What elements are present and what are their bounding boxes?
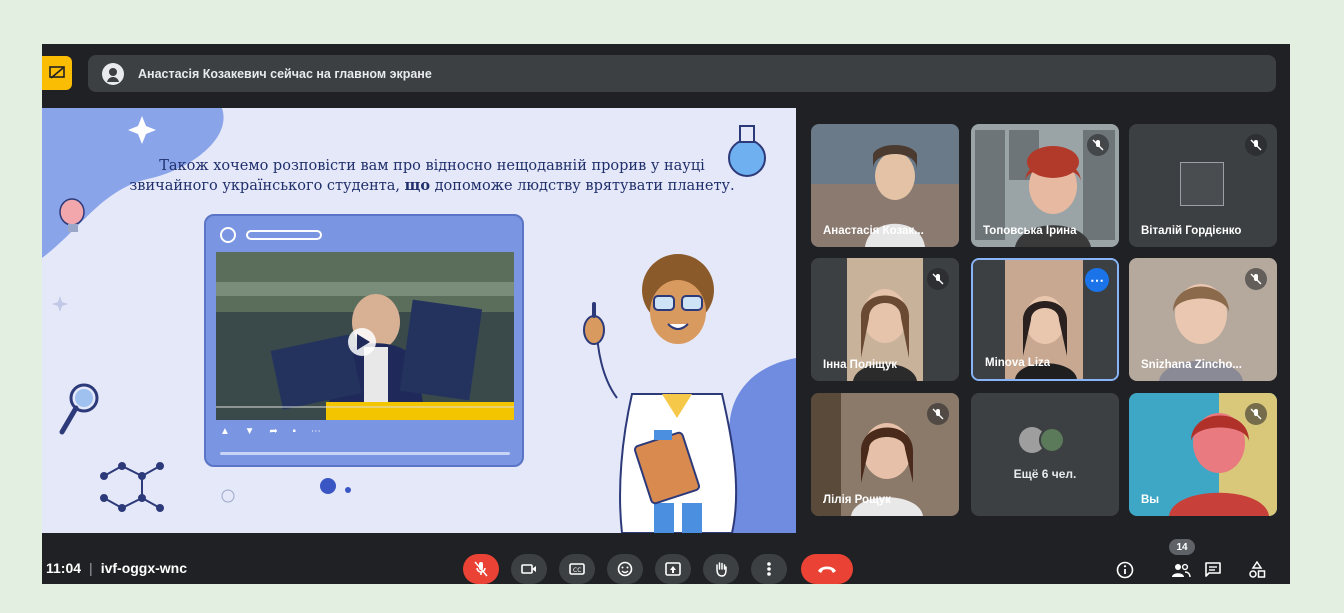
- mic-off-icon: [927, 403, 949, 425]
- participant-tile[interactable]: Топовська Ірина: [971, 124, 1119, 247]
- mic-off-icon: [1087, 134, 1109, 156]
- emoji-icon: [617, 561, 633, 577]
- participant-tile-active[interactable]: ⋯ Minova Liza: [971, 258, 1119, 381]
- broken-avatar-icon: [1180, 162, 1224, 206]
- camera-icon: [521, 564, 536, 574]
- activities-button[interactable]: [1245, 558, 1269, 582]
- people-icon: [1172, 563, 1191, 578]
- embedded-video[interactable]: [216, 252, 514, 420]
- present-screen-icon: [665, 562, 681, 576]
- activities-icon: [1249, 561, 1266, 578]
- participant-tile[interactable]: Анастасія Козак...: [811, 124, 959, 247]
- participant-name: Анастасія Козак...: [823, 225, 924, 237]
- presenting-icon[interactable]: [42, 56, 72, 90]
- chat-icon: [1205, 562, 1221, 577]
- svg-text:CC: CC: [573, 567, 581, 574]
- people-count-badge: 14: [1169, 539, 1195, 555]
- captions-button[interactable]: CC: [559, 554, 595, 584]
- mic-off-icon: [1245, 403, 1267, 425]
- slide-heading: Також хочемо розповісти вам про відносно…: [122, 156, 742, 196]
- participant-name: Топовська Ірина: [983, 225, 1077, 237]
- card-url-bar: [246, 230, 322, 240]
- presenter-avatar: [102, 62, 124, 85]
- meeting-time: 11:04: [46, 560, 82, 576]
- participant-name: Віталій Гордієнко: [1141, 225, 1242, 237]
- present-button[interactable]: [655, 554, 691, 584]
- meet-window: Анастасія Козакевич сейчас на главном эк…: [42, 44, 1290, 584]
- raise-hand-button[interactable]: [703, 554, 739, 584]
- people-button[interactable]: [1169, 558, 1193, 582]
- hand-icon: [716, 562, 727, 577]
- hangup-icon: [818, 566, 836, 573]
- others-avatars: [1019, 427, 1071, 453]
- card-dot: [220, 227, 236, 243]
- presentation-slide: Також хочемо розповісти вам про відносно…: [42, 108, 796, 533]
- participant-name: Інна Поліщук: [823, 359, 898, 371]
- others-count-text: Ещё 6 чел.: [1013, 467, 1077, 481]
- leave-call-button[interactable]: [801, 554, 853, 584]
- captions-icon: CC: [569, 563, 585, 575]
- participant-name: Snizhana Zincho...: [1141, 359, 1242, 371]
- self-tile[interactable]: Вы: [1129, 393, 1277, 516]
- control-bar: 11:04 | ivf-oggx-wnc CC 14: [42, 539, 1290, 584]
- embedded-video-card: ▲ ▼ ➦ ▪ ⋯: [204, 214, 524, 467]
- mic-off-icon: [927, 268, 949, 290]
- chat-button[interactable]: [1201, 558, 1225, 582]
- others-tile[interactable]: Ещё 6 чел.: [971, 393, 1119, 516]
- more-options-icon[interactable]: ⋯: [1085, 268, 1109, 292]
- meeting-code: ivf-oggx-wnc: [100, 560, 188, 576]
- mic-off-icon: [1245, 134, 1267, 156]
- participant-tile[interactable]: Віталій Гордієнко: [1129, 124, 1277, 247]
- participant-tile[interactable]: Лілія Рощук: [811, 393, 959, 516]
- card-divider: [220, 452, 510, 455]
- mic-toggle-button[interactable]: [463, 554, 499, 584]
- more-vert-icon: [767, 562, 771, 576]
- participant-name: Minova Liza: [985, 357, 1051, 369]
- more-options-button[interactable]: [751, 554, 787, 584]
- card-action-icons: ▲ ▼ ➦ ▪ ⋯: [220, 426, 327, 437]
- camera-toggle-button[interactable]: [511, 554, 547, 584]
- presenter-banner-text: Анастасія Козакевич сейчас на главном эк…: [138, 66, 432, 81]
- meeting-details[interactable]: 11:04 | ivf-oggx-wnc: [46, 560, 187, 576]
- participant-tile[interactable]: Snizhana Zincho...: [1129, 258, 1277, 381]
- mic-off-icon: [1245, 268, 1267, 290]
- participant-tile[interactable]: Інна Поліщук: [811, 258, 959, 381]
- slide-heading-line2: звичайного українського студента, що доп…: [129, 177, 735, 194]
- participant-name: Лілія Рощук: [823, 494, 891, 506]
- meeting-separator: |: [89, 560, 93, 576]
- info-icon: [1116, 561, 1134, 579]
- meeting-info-button[interactable]: [1113, 558, 1137, 582]
- reactions-button[interactable]: [607, 554, 643, 584]
- presenter-banner: Анастасія Козакевич сейчас на главном эк…: [88, 55, 1276, 92]
- mic-off-icon: [474, 561, 488, 577]
- participant-name: Вы: [1141, 494, 1160, 506]
- slide-heading-line1: Також хочемо розповісти вам про відносно…: [159, 158, 705, 174]
